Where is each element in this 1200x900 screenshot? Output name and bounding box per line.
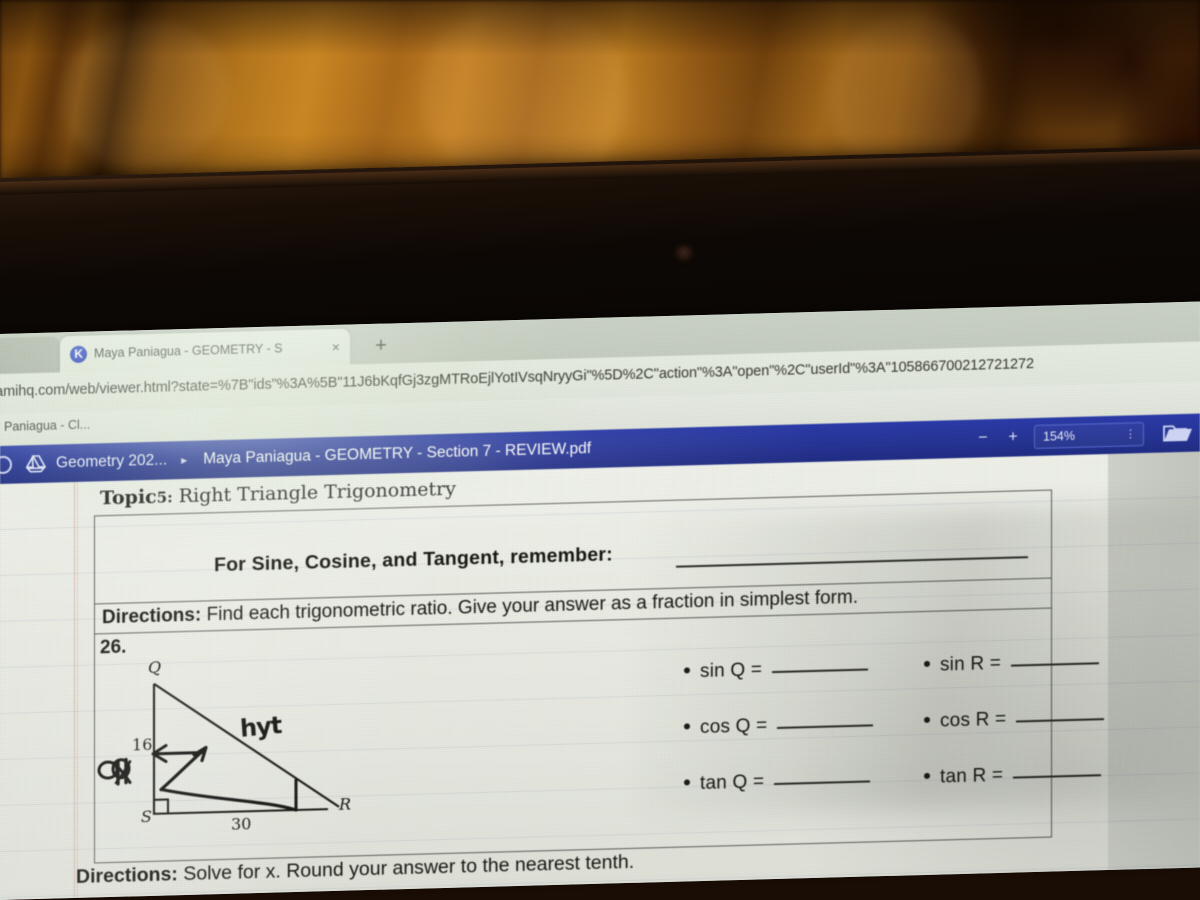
ratio-row: sin R =: [924, 650, 1104, 711]
browser-tab-partial[interactable]: P ×: [0, 336, 60, 376]
breadcrumb-folder[interactable]: Geometry 202...: [56, 451, 167, 472]
ratio-row: cos Q =: [684, 712, 874, 773]
spinner-icon[interactable]: ⋮: [1125, 428, 1136, 440]
zoom-level-value: 154%: [1043, 428, 1075, 444]
ratio-list-left: sin Q = cos Q = tan Q =: [684, 656, 874, 829]
notebook-rules: [1108, 451, 1200, 885]
laptop-screen: P × K Maya Paniagua - GEOMETRY - S × + k…: [0, 301, 1200, 900]
handwritten-scribble: [96, 752, 150, 787]
ratio-label-cos-Q: cos Q =: [700, 715, 768, 739]
ratio-label-sin-R: sin R =: [940, 652, 1002, 676]
answer-blank[interactable]: [1016, 718, 1105, 723]
answer-blank[interactable]: [774, 780, 871, 786]
bullet-icon: [924, 772, 930, 779]
bullet-icon: [684, 667, 690, 674]
drive-triangle-icon: [25, 454, 47, 474]
directions-2-label: Directions:: [76, 863, 178, 888]
close-icon[interactable]: ×: [332, 339, 340, 355]
tab-title: Maya Paniagua - GEOMETRY - S: [94, 341, 283, 361]
vertex-label-R: R: [339, 794, 352, 814]
ratio-label-cos-R: cos R =: [940, 708, 1007, 732]
open-folder-button[interactable]: [1162, 422, 1196, 445]
ratio-label-tan-Q: tan Q =: [700, 771, 765, 795]
answer-blank[interactable]: [1013, 774, 1102, 779]
ratio-row: tan R =: [924, 762, 1104, 823]
document-title: Maya Paniagua - GEOMETRY - Section 7 - R…: [203, 440, 592, 468]
bullet-icon: [684, 723, 690, 730]
ratio-row: sin Q =: [684, 656, 873, 717]
ratio-row: cos R =: [924, 706, 1105, 767]
vertex-label-S: S: [141, 806, 152, 827]
chevron-right-icon: ▸: [181, 452, 188, 468]
vertex-label-Q: Q: [148, 657, 162, 677]
handwritten-hyp-label: hyt: [239, 711, 283, 743]
ratio-list-right: sin R = cos R = tan R =: [924, 650, 1105, 823]
pdf-viewer[interactable]: Topic5: Right Triangle Trigonometry For …: [0, 451, 1200, 900]
notebook-margin-line: [77, 481, 78, 900]
zoom-out-button[interactable]: −: [968, 426, 998, 451]
folder-icon: [1163, 425, 1192, 442]
ratio-label-tan-R: tan R =: [940, 764, 1004, 788]
topic-prefix: Topic: [100, 485, 157, 510]
bullet-icon: [684, 779, 690, 786]
side-length-30: 30: [231, 814, 252, 834]
kami-menu-icon[interactable]: [0, 455, 12, 475]
zoom-level-select[interactable]: 154% ⋮: [1034, 422, 1144, 450]
ratio-row: tan Q =: [684, 768, 873, 829]
notebook-margin-line: [74, 481, 75, 900]
zoom-controls: − + 154% ⋮: [968, 422, 1144, 451]
answer-blank[interactable]: [1011, 662, 1100, 667]
new-tab-button[interactable]: +: [368, 333, 394, 358]
pdf-page-gutter: [1108, 451, 1200, 885]
pdf-page: Topic5: Right Triangle Trigonometry For …: [0, 454, 1108, 900]
ratio-label-sin-Q: sin Q =: [700, 659, 763, 683]
zoom-in-button[interactable]: +: [998, 425, 1028, 450]
triangle-figure: Q S R 16 30 hyt: [96, 655, 396, 845]
bullet-icon: [924, 660, 930, 667]
kami-favicon-icon: K: [70, 345, 87, 363]
webcam-icon: [676, 246, 692, 260]
bullet-icon: [924, 716, 930, 723]
answer-blank[interactable]: [772, 668, 869, 674]
directions-label: Directions:: [102, 604, 202, 629]
topic-number: 5:: [156, 488, 173, 507]
bookmark-item[interactable]: Paniagua - Cl...: [4, 418, 90, 434]
question-number: 26.: [100, 636, 127, 659]
answer-blank[interactable]: [777, 724, 874, 729]
